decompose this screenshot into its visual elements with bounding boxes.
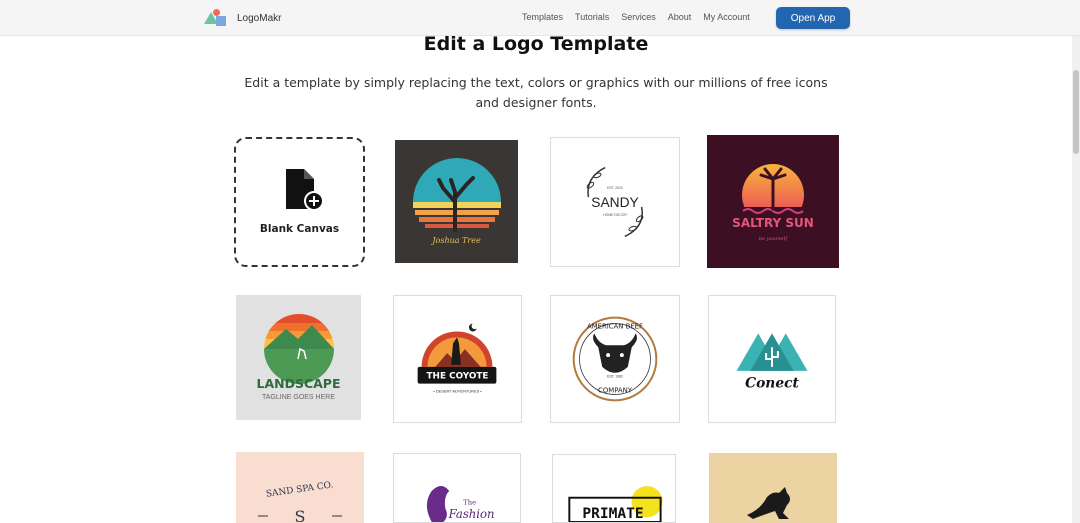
- nav-tutorials[interactable]: Tutorials: [575, 12, 609, 22]
- primate-logo: PRIMATE: [553, 455, 675, 522]
- sandy-tagline-text: HOME DECOR: [603, 213, 627, 217]
- american-beef-arc-text: AMERICAN BEEF: [587, 322, 643, 330]
- top-navigation-bar: LogoMakr Templates Tutorials Services Ab…: [0, 0, 1080, 36]
- sandy-est-text: EST. 2020: [607, 186, 623, 190]
- saltry-sun-logo: SALTRY SUN be yourself: [707, 135, 839, 268]
- landscape-tagline: TAGLINE GOES HERE: [262, 394, 335, 401]
- blank-canvas-label: Blank Canvas: [259, 223, 340, 235]
- sandy-logo: EST. 2020 SANDY HOME DECOR: [551, 138, 679, 266]
- sand-spa-monogram: S: [295, 507, 306, 523]
- conect-logo: Conect: [709, 296, 835, 422]
- joshua-tree-logo: Joshua Tree: [395, 140, 518, 263]
- template-sandy[interactable]: EST. 2020 SANDY HOME DECOR: [550, 137, 680, 267]
- template-joshua-tree[interactable]: Joshua Tree: [395, 140, 518, 263]
- american-beef-est: EST. 1982: [607, 375, 623, 379]
- landscape-title: LANDSCAPE: [256, 376, 340, 391]
- template-american-beef[interactable]: AMERICAN BEEF EST. 1982 COMPANY: [550, 295, 680, 423]
- nav-my-account[interactable]: My Account: [703, 12, 750, 22]
- american-beef-logo: AMERICAN BEEF EST. 1982 COMPANY: [551, 296, 679, 422]
- the-fashion-the: The: [463, 499, 476, 507]
- template-primate[interactable]: PRIMATE: [552, 454, 676, 523]
- page-subtitle: Edit a template by simply replacing the …: [244, 75, 828, 110]
- new-file-icon: [286, 169, 324, 211]
- nav-about[interactable]: About: [668, 12, 692, 22]
- blank-canvas-card[interactable]: Blank Canvas: [234, 137, 365, 267]
- template-the-coyote[interactable]: THE COYOTE • DESERT ADVENTURES •: [393, 295, 522, 423]
- primate-title: PRIMATE: [582, 505, 643, 522]
- nav-services[interactable]: Services: [621, 12, 656, 22]
- brand-logo[interactable]: LogoMakr: [204, 9, 281, 27]
- scrollbar-thumb[interactable]: [1073, 70, 1079, 154]
- template-conect[interactable]: Conect: [708, 295, 836, 423]
- the-fashion-title: Fashion: [448, 507, 495, 521]
- conect-title: Conect: [745, 376, 799, 392]
- template-kangaroo[interactable]: [709, 453, 837, 523]
- main-nav: Templates Tutorials Services About My Ac…: [522, 12, 762, 22]
- the-fashion-logo: The Fashion: [394, 454, 520, 522]
- saltry-sun-tagline: be yourself: [759, 236, 788, 242]
- kangaroo-logo: [709, 453, 837, 523]
- brand-name: LogoMakr: [237, 12, 282, 24]
- landscape-logo: LANDSCAPE TAGLINE GOES HERE: [236, 295, 361, 420]
- template-landscape[interactable]: LANDSCAPE TAGLINE GOES HERE: [236, 295, 361, 420]
- nav-templates[interactable]: Templates: [522, 12, 563, 22]
- page-scrollbar[interactable]: [1072, 36, 1080, 523]
- logomakr-icon: [204, 9, 228, 27]
- the-coyote-tagline: • DESERT ADVENTURES •: [433, 388, 482, 393]
- the-coyote-logo: THE COYOTE • DESERT ADVENTURES •: [394, 296, 521, 422]
- sandy-title-text: SANDY: [591, 195, 638, 210]
- page-title: Edit a Logo Template: [423, 33, 649, 55]
- open-app-button[interactable]: Open App: [776, 7, 850, 29]
- template-sand-spa[interactable]: SAND SPA CO. S: [236, 452, 364, 523]
- saltry-sun-title: SALTRY SUN: [732, 216, 814, 230]
- joshua-tree-text: Joshua Tree: [430, 236, 481, 245]
- template-the-fashion[interactable]: The Fashion: [393, 453, 521, 523]
- sand-spa-logo: SAND SPA CO. S: [236, 452, 364, 523]
- template-saltry-sun[interactable]: SALTRY SUN be yourself: [707, 135, 839, 268]
- the-coyote-title: THE COYOTE: [427, 372, 489, 382]
- american-beef-company: COMPANY: [598, 386, 633, 394]
